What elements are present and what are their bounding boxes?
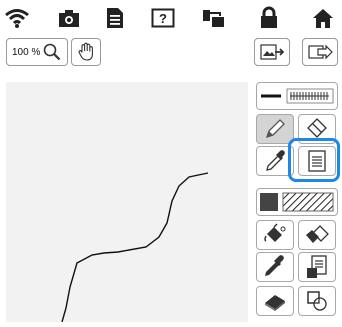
region-fill-icon [306,225,329,243]
eraser-block-icon [265,295,285,311]
top-bar: ? [0,0,342,36]
drawn-line [61,172,209,323]
next-step-button[interactable] [302,38,338,66]
wifi-icon[interactable] [2,4,32,32]
select-region-button[interactable] [298,286,336,316]
region-fill-button[interactable] [298,220,336,250]
line-style-icon [261,88,334,104]
pencil-icon [265,119,285,139]
eyedropper-button[interactable] [256,146,294,176]
fill-pattern-icon [260,192,334,212]
paint-bucket-icon [264,223,286,242]
pan-hand-button[interactable] [71,38,101,66]
fill-properties-button[interactable] [298,252,336,282]
design-transfer-icon[interactable] [198,4,228,32]
dropper-fill-icon [265,255,284,276]
overlap-shapes-icon [307,291,327,311]
magnifier-icon [43,43,61,61]
eraser-button[interactable] [298,114,336,144]
eraser-icon [307,118,327,138]
zoom-button[interactable]: 100 % [6,38,68,66]
delete-button[interactable] [256,286,294,316]
eyedropper-icon [266,150,285,171]
image-import-icon [259,43,285,61]
line-properties-button[interactable] [298,146,336,176]
next-arrow-icon [307,43,333,61]
lock-icon[interactable] [254,4,284,32]
svg-text:?: ? [159,11,167,26]
hand-icon [77,42,95,62]
fill-color-button[interactable] [256,188,338,216]
document-icon[interactable] [100,4,130,32]
zoom-level: 100 % [12,46,41,58]
bucket-fill-button[interactable] [256,220,294,250]
home-icon[interactable] [308,4,338,32]
drawing-canvas[interactable] [6,82,248,323]
help-icon[interactable]: ? [148,4,178,32]
list-document-icon [308,150,326,172]
dropper-fill-button[interactable] [256,252,294,282]
camera-icon[interactable] [54,4,84,32]
pencil-button[interactable] [256,114,294,144]
import-image-button[interactable] [254,38,290,66]
fill-document-icon [307,255,327,278]
line-type-button[interactable] [256,82,338,110]
